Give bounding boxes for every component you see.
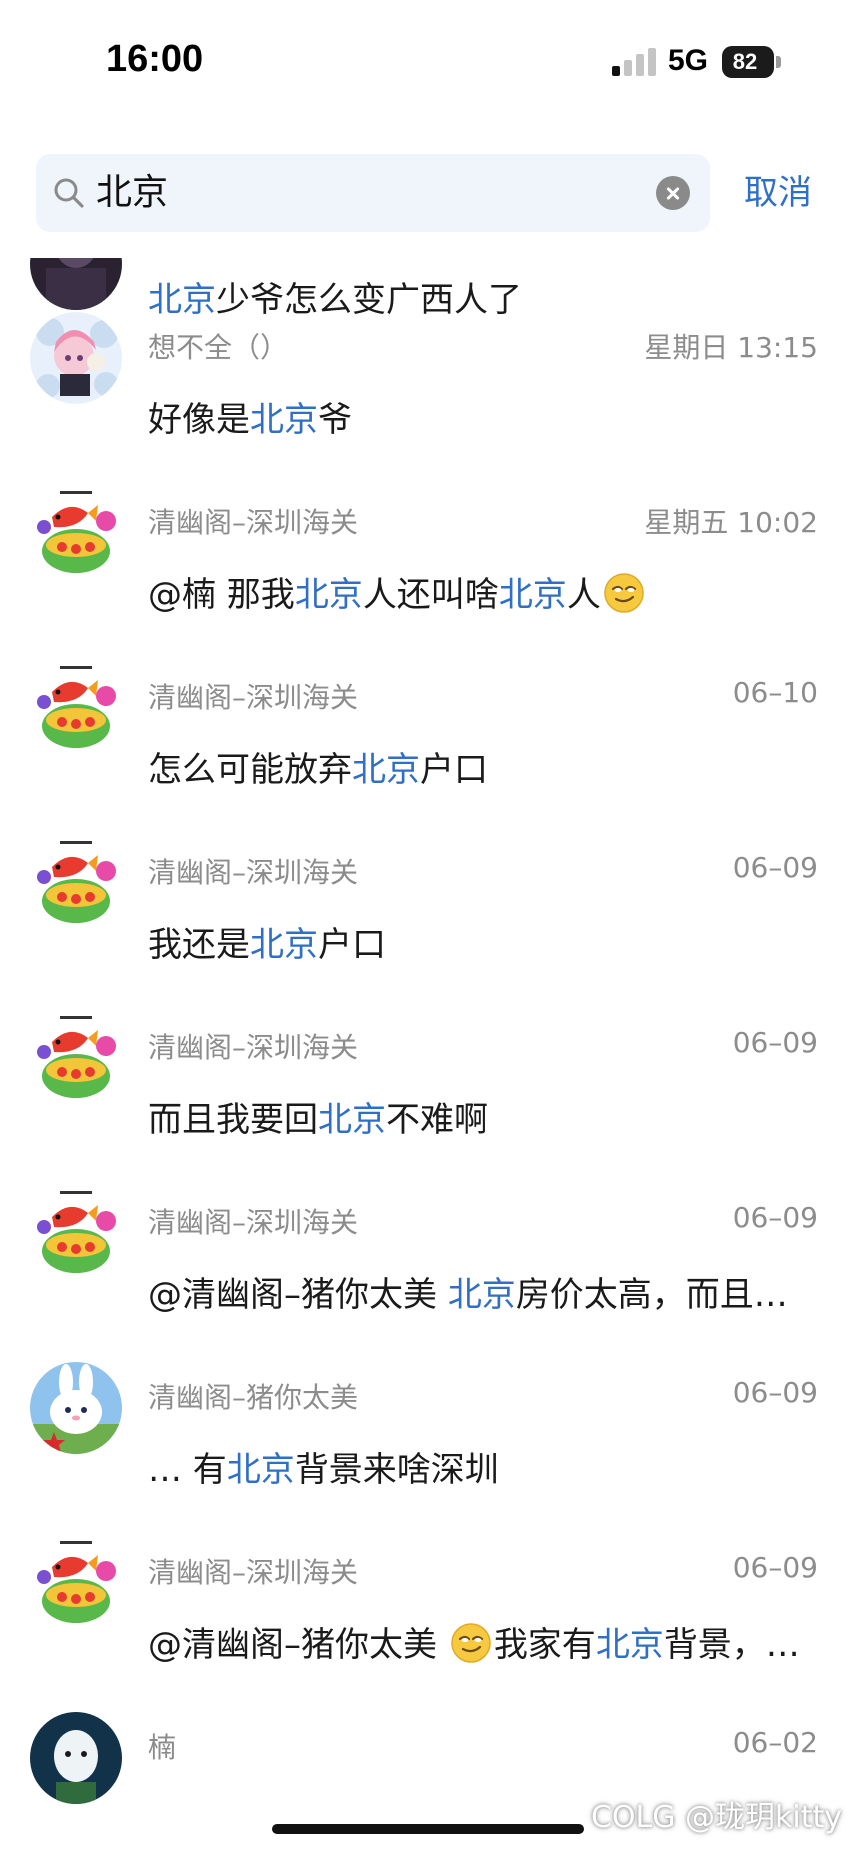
message-text: 好像是 bbox=[148, 400, 250, 440]
keyword-highlight: 北京 bbox=[318, 1100, 386, 1140]
sender-name: 楠 bbox=[148, 1731, 177, 1764]
battery-cap bbox=[776, 56, 781, 68]
keyword-highlight: 北京 bbox=[250, 925, 318, 965]
home-indicator[interactable] bbox=[272, 1824, 584, 1834]
avatar[interactable] bbox=[30, 258, 122, 310]
message-snippet: 好像是北京爷 bbox=[148, 392, 352, 441]
smirk-emoji bbox=[603, 572, 645, 614]
avatar[interactable] bbox=[30, 1362, 122, 1454]
keyword-highlight: 北京 bbox=[498, 575, 567, 615]
message-text: 而且我要回 bbox=[148, 1100, 318, 1140]
message-time: 星期五 10:02 bbox=[644, 506, 818, 539]
avatar[interactable] bbox=[30, 487, 122, 579]
search-result-item[interactable]: 清幽阁–深圳海关 星期五 10:02 @楠 那我北京人还叫啥北京人 bbox=[0, 487, 856, 662]
message-text: 背景来啥深圳 bbox=[294, 1450, 499, 1490]
message-text: 我家有 bbox=[493, 1625, 596, 1665]
search-result-item[interactable]: 清幽阁–深圳海关 06–09 @清幽阁–猪你太美 我家有北京背景，… bbox=[0, 1537, 856, 1712]
message-text: 房价太高，而且… bbox=[515, 1275, 788, 1315]
sender-name: 清幽阁–深圳海关 bbox=[148, 1031, 359, 1064]
message-time: 06–09 bbox=[732, 1026, 818, 1059]
keyword-highlight: 北京 bbox=[226, 1450, 295, 1490]
keyword-highlight: 北京 bbox=[352, 750, 420, 790]
message-text: 不难啊 bbox=[386, 1100, 488, 1140]
avatar[interactable] bbox=[30, 1537, 122, 1629]
message-time: 星期日 13:15 bbox=[644, 331, 818, 364]
clear-search-icon[interactable] bbox=[656, 176, 690, 210]
message-text: 爷 bbox=[318, 400, 352, 440]
sender-name: 清幽阁–深圳海关 bbox=[148, 1206, 359, 1239]
battery-icon: 82 bbox=[722, 46, 774, 78]
message-snippet: … 有北京背景来啥深圳 bbox=[148, 1442, 499, 1491]
message-text: 背景，… bbox=[663, 1625, 800, 1665]
search-result-item[interactable]: 清幽阁–深圳海关 06–09 而且我要回北京不难啊 bbox=[0, 1012, 856, 1187]
sender-name: 想不全（） bbox=[148, 331, 289, 364]
search-result-item[interactable]: 想不全（） 星期日 13:15 好像是北京爷 bbox=[0, 312, 856, 487]
message-snippet: 怎么可能放弃北京户口 bbox=[148, 742, 488, 791]
message-text: 我还是 bbox=[148, 925, 250, 965]
message-snippet: 我还是北京户口 bbox=[148, 917, 386, 966]
search-input[interactable]: 北京 bbox=[96, 154, 168, 232]
message-time: 06–09 bbox=[732, 1551, 818, 1584]
message-text: 怎么可能放弃 bbox=[148, 750, 352, 790]
message-snippet: @楠 那我北京人还叫啥北京人 bbox=[148, 567, 647, 616]
keyword-highlight: 北京 bbox=[595, 1625, 664, 1665]
message-text: 户口 bbox=[420, 750, 488, 790]
message-text: @清幽阁–猪你太美 bbox=[148, 1275, 448, 1315]
sender-name: 清幽阁–深圳海关 bbox=[148, 856, 359, 889]
watermark: COLG @珑玥kitty bbox=[590, 1800, 842, 1835]
message-text: 户口 bbox=[318, 925, 386, 965]
signal-icon bbox=[612, 48, 656, 76]
battery-level: 82 bbox=[732, 49, 758, 74]
avatar[interactable] bbox=[30, 837, 122, 929]
sender-name: 清幽阁–猪你太美 bbox=[148, 1381, 359, 1414]
avatar[interactable] bbox=[30, 662, 122, 754]
smirk-emoji bbox=[450, 1622, 492, 1664]
search-result-item[interactable]: 北京少爷怎么变广西人了 bbox=[0, 258, 856, 320]
message-text: 人 bbox=[566, 575, 601, 615]
message-time: 06–09 bbox=[732, 851, 818, 884]
search-result-item[interactable]: 清幽阁–深圳海关 06–09 我还是北京户口 bbox=[0, 837, 856, 1012]
avatar[interactable] bbox=[30, 1012, 122, 1104]
sender-name: 清幽阁–深圳海关 bbox=[148, 681, 359, 714]
avatar[interactable] bbox=[30, 312, 122, 404]
message-time: 06–02 bbox=[732, 1726, 818, 1759]
message-text: @清幽阁–猪你太美 bbox=[148, 1625, 448, 1665]
keyword-highlight: 北京 bbox=[294, 575, 363, 615]
sender-name: 清幽阁–深圳海关 bbox=[148, 506, 359, 539]
message-snippet: @清幽阁–猪你太美 我家有北京背景，… bbox=[148, 1617, 800, 1666]
message-text: … 有 bbox=[148, 1450, 227, 1490]
search-icon bbox=[54, 178, 84, 208]
avatar[interactable] bbox=[30, 1712, 122, 1804]
message-time: 06–09 bbox=[732, 1376, 818, 1409]
avatar[interactable] bbox=[30, 1187, 122, 1279]
message-text: @楠 那我 bbox=[148, 575, 295, 615]
message-text: 人还叫啥 bbox=[362, 575, 499, 615]
keyword-highlight: 北京 bbox=[250, 400, 318, 440]
cancel-button[interactable]: 取消 bbox=[744, 154, 812, 232]
search-result-item[interactable]: 清幽阁–深圳海关 06–10 怎么可能放弃北京户口 bbox=[0, 662, 856, 837]
status-bar: 16:00 5G 82 bbox=[0, 0, 856, 130]
message-time: 06–09 bbox=[732, 1201, 818, 1234]
status-time: 16:00 bbox=[106, 38, 204, 80]
search-result-item[interactable]: 清幽阁–猪你太美 06–09 … 有北京背景来啥深圳 bbox=[0, 1362, 856, 1537]
network-label: 5G bbox=[668, 44, 709, 77]
message-snippet: @清幽阁–猪你太美 北京房价太高，而且… bbox=[148, 1267, 788, 1316]
message-time: 06–10 bbox=[732, 676, 818, 709]
search-results-list: 北京少爷怎么变广西人了 想不全（） 星期日 13:15 好像是北京爷 清幽阁–深圳海关星… bbox=[0, 258, 856, 1856]
search-bar[interactable]: 北京 bbox=[36, 154, 710, 232]
keyword-highlight: 北京 bbox=[447, 1275, 516, 1315]
sender-name: 清幽阁–深圳海关 bbox=[148, 1556, 359, 1589]
search-result-item[interactable]: 清幽阁–深圳海关 06–09 @清幽阁–猪你太美 北京房价太高，而且… bbox=[0, 1187, 856, 1362]
message-snippet: 而且我要回北京不难啊 bbox=[148, 1092, 488, 1141]
